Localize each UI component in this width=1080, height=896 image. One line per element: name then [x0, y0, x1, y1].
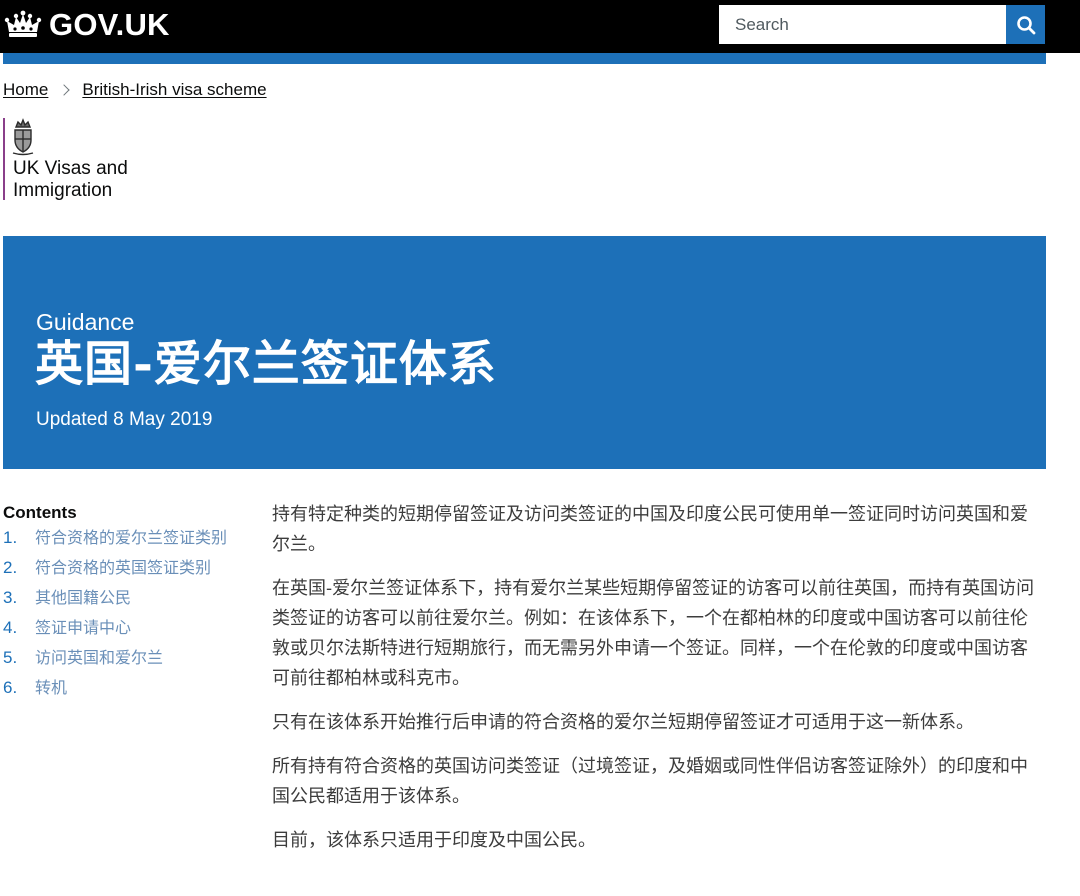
- site-search: [719, 5, 1045, 44]
- search-button[interactable]: [1006, 5, 1045, 44]
- contents-item-number: 3.: [3, 588, 18, 607]
- breadcrumb-home-link[interactable]: Home: [3, 80, 48, 100]
- site-header: GOV.UK: [0, 0, 1080, 53]
- updated-date: Updated 8 May 2019: [36, 409, 213, 430]
- contents-item[interactable]: 1. 符合资格的爱尔兰签证类别: [3, 527, 243, 549]
- govuk-logo[interactable]: GOV.UK: [3, 7, 170, 43]
- contents-title: Contents: [3, 503, 77, 522]
- contents-item-link[interactable]: 符合资格的英国签证类别: [35, 557, 211, 579]
- body-paragraph: 目前，该体系只适用于印度及中国公民。: [272, 830, 596, 851]
- contents-item[interactable]: 6. 转机: [3, 677, 243, 699]
- search-icon: [1016, 15, 1035, 34]
- contents-item-number: 1.: [3, 528, 18, 547]
- contents-item-link[interactable]: 符合资格的爱尔兰签证类别: [35, 527, 227, 549]
- contents-item[interactable]: 4. 签证申请中心: [3, 617, 243, 639]
- breadcrumb: Home British-Irish visa scheme: [3, 80, 267, 100]
- contents-list: Contents 1. 符合资格的爱尔兰签证类别 2. 符合资格的英国签证类别 3.…: [3, 503, 243, 707]
- organisation-name-line1: UK Visas and: [13, 158, 128, 179]
- document-type: Guidance: [36, 309, 135, 335]
- page-title: 英国-爱尔兰签证体系: [35, 336, 497, 392]
- contents-item-number: 4.: [3, 618, 18, 637]
- organisation-logo[interactable]: UK Visas and Immigration: [3, 118, 128, 202]
- contents-item[interactable]: 5. 访问英国和爱尔兰: [3, 647, 243, 669]
- header-blue-bar: [3, 53, 1046, 64]
- organisation-name-line2: Immigration: [13, 180, 113, 201]
- contents-item[interactable]: 3. 其他国籍公民: [3, 587, 243, 609]
- chevron-right-icon: [58, 84, 71, 96]
- contents-item-link[interactable]: 其他国籍公民: [35, 587, 131, 609]
- guidance-body: 持有特定种类的短期停留签证及访问类签证的中国及印度公民可使用单一签证同时访问英国…: [272, 500, 1042, 870]
- contents-item-number: 5.: [3, 648, 18, 667]
- contents-item[interactable]: 2. 符合资格的英国签证类别: [3, 557, 243, 579]
- contents-item-link[interactable]: 签证申请中心: [35, 617, 131, 639]
- body-paragraph: 所有持有符合资格的英国访问类签证（过境签证，及婚姻或同性伴侣访客签证除外）的印度…: [272, 756, 1028, 807]
- contents-item-number: 6.: [3, 678, 18, 697]
- organisation-name: UK Visas and Immigration: [13, 158, 128, 202]
- crown-icon: [4, 10, 42, 37]
- body-paragraph: 只有在该体系开始推行后申请的符合资格的爱尔兰短期停留签证才可适用于这一新体系。: [272, 712, 974, 733]
- body-paragraph: 在英国-爱尔兰签证体系下，持有爱尔兰某些短期停留签证的访客可以前往英国，而持有英…: [272, 578, 1035, 689]
- search-input[interactable]: [719, 5, 1006, 44]
- contents-item-number: 2.: [3, 558, 18, 577]
- contents-item-link[interactable]: 访问英国和爱尔兰: [35, 647, 163, 669]
- hero-banner: Guidance 英国-爱尔兰签证体系 Updated 8 May 2019: [3, 236, 1046, 469]
- contents-item-link[interactable]: 转机: [35, 677, 67, 699]
- body-paragraph: 持有特定种类的短期停留签证及访问类签证的中国及印度公民可使用单一签证同时访问英国…: [272, 504, 1028, 555]
- logo-text: GOV.UK: [49, 7, 170, 42]
- breadcrumb-visa-scheme-link[interactable]: British-Irish visa scheme: [82, 80, 266, 100]
- royal-crest-icon: [12, 118, 34, 156]
